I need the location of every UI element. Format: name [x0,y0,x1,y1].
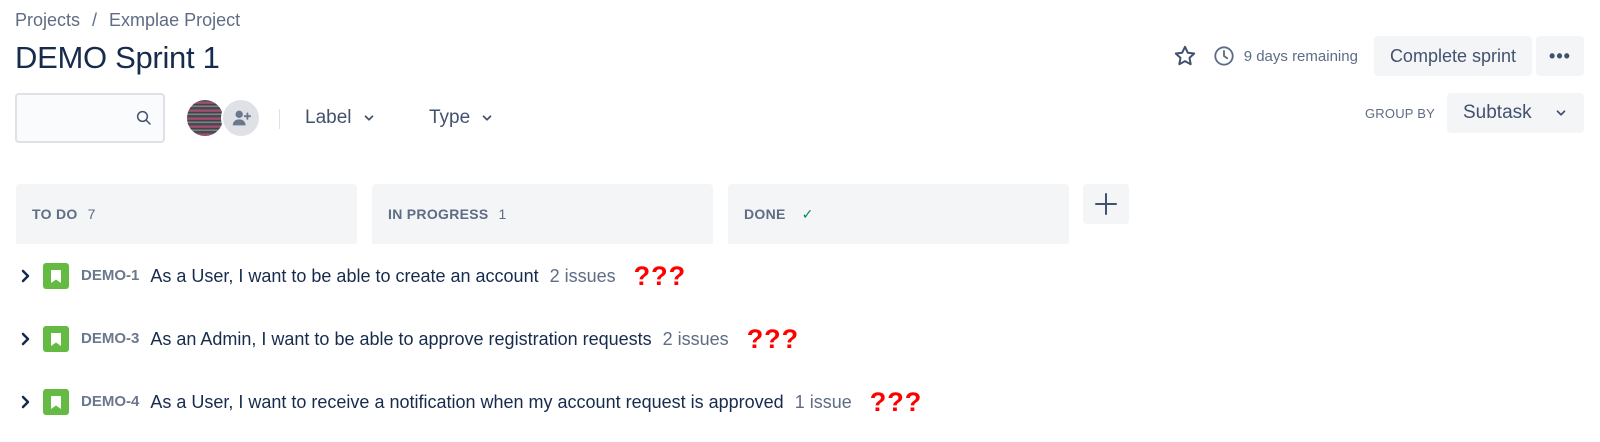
issue-row[interactable]: DEMO-4 As a User, I want to receive a no… [16,384,922,442]
more-actions-button[interactable]: ••• [1536,36,1584,76]
issue-row[interactable]: DEMO-1 As a User, I want to be able to c… [16,258,922,321]
issue-key[interactable]: DEMO-1 [81,258,139,294]
column-title: DONE [744,206,786,222]
column-count: 1 [498,206,507,222]
issue-summary[interactable]: As an Admin, I want to be able to approv… [150,321,651,357]
toolbar-divider [279,109,280,129]
story-icon [43,389,69,415]
label-filter-text: Label [305,107,352,128]
subtask-count: 2 issues [662,329,729,349]
group-by-value: Subtask [1463,102,1532,123]
story-icon [43,263,69,289]
breadcrumb-projects-link[interactable]: Projects [15,10,80,31]
board-toolbar: Label Type GROUP BY Subtask [15,93,1584,143]
question-marks: ??? [869,387,923,417]
subtask-count: 2 issues [549,266,616,286]
add-column-button[interactable] [1083,184,1129,224]
complete-sprint-button[interactable]: Complete sprint [1373,36,1532,76]
story-icon [43,326,69,352]
add-person-icon [232,110,252,126]
add-people-button[interactable] [221,98,261,138]
label-filter[interactable]: Label [305,101,376,135]
days-remaining: 9 days remaining [1243,47,1358,65]
subtask-count: 1 issue [794,392,852,412]
chevron-down-icon [1556,110,1566,116]
column-done: DONE ✓ [728,184,1069,244]
type-filter-text: Type [429,107,471,128]
chevron-down-icon [364,115,373,121]
clock-icon [1212,44,1236,68]
column-title: IN PROGRESS [388,206,489,222]
issue-row[interactable]: DEMO-3 As an Admin, I want to be able to… [16,321,922,384]
question-marks: ??? [633,261,687,291]
issue-summary[interactable]: As a User, I want to receive a notificat… [150,384,783,420]
type-filter[interactable]: Type [429,101,494,135]
issue-summary[interactable]: As a User, I want to be able to create a… [150,258,538,294]
breadcrumb-project-link[interactable]: Exmplae Project [109,10,240,31]
breadcrumb-separator: / [92,10,98,30]
chevron-right-icon[interactable] [16,321,36,357]
search-input[interactable] [17,95,127,141]
issue-key[interactable]: DEMO-4 [81,384,139,420]
star-icon[interactable] [1172,43,1198,69]
more-icon: ••• [1549,45,1571,66]
chevron-right-icon[interactable] [16,258,36,294]
group-by-label: GROUP BY [1365,105,1435,121]
group-by-control: GROUP BY Subtask [1365,93,1584,133]
issue-list: DEMO-1 As a User, I want to be able to c… [16,258,922,442]
column-todo: TO DO 7 [16,184,357,244]
chevron-right-icon[interactable] [16,384,36,420]
search-box [15,93,165,143]
board-columns: TO DO 7 IN PROGRESS 1 DONE ✓ [16,184,1069,244]
chevron-down-icon [482,115,492,121]
avatar[interactable] [185,98,225,138]
question-marks: ??? [746,324,800,354]
sprint-actions: 9 days remaining Complete sprint ••• [1172,36,1584,76]
done-check-icon: ✓ [801,205,814,222]
column-title: TO DO [32,206,78,222]
column-in-progress: IN PROGRESS 1 [372,184,713,244]
page-title: DEMO Sprint 1 [15,40,220,75]
group-by-select[interactable]: Subtask [1447,93,1584,133]
search-icon [135,109,153,127]
plus-icon [1095,193,1117,215]
breadcrumb: Projects / Exmplae Project [15,10,240,31]
issue-key[interactable]: DEMO-3 [81,321,139,357]
column-count: 7 [87,206,96,222]
